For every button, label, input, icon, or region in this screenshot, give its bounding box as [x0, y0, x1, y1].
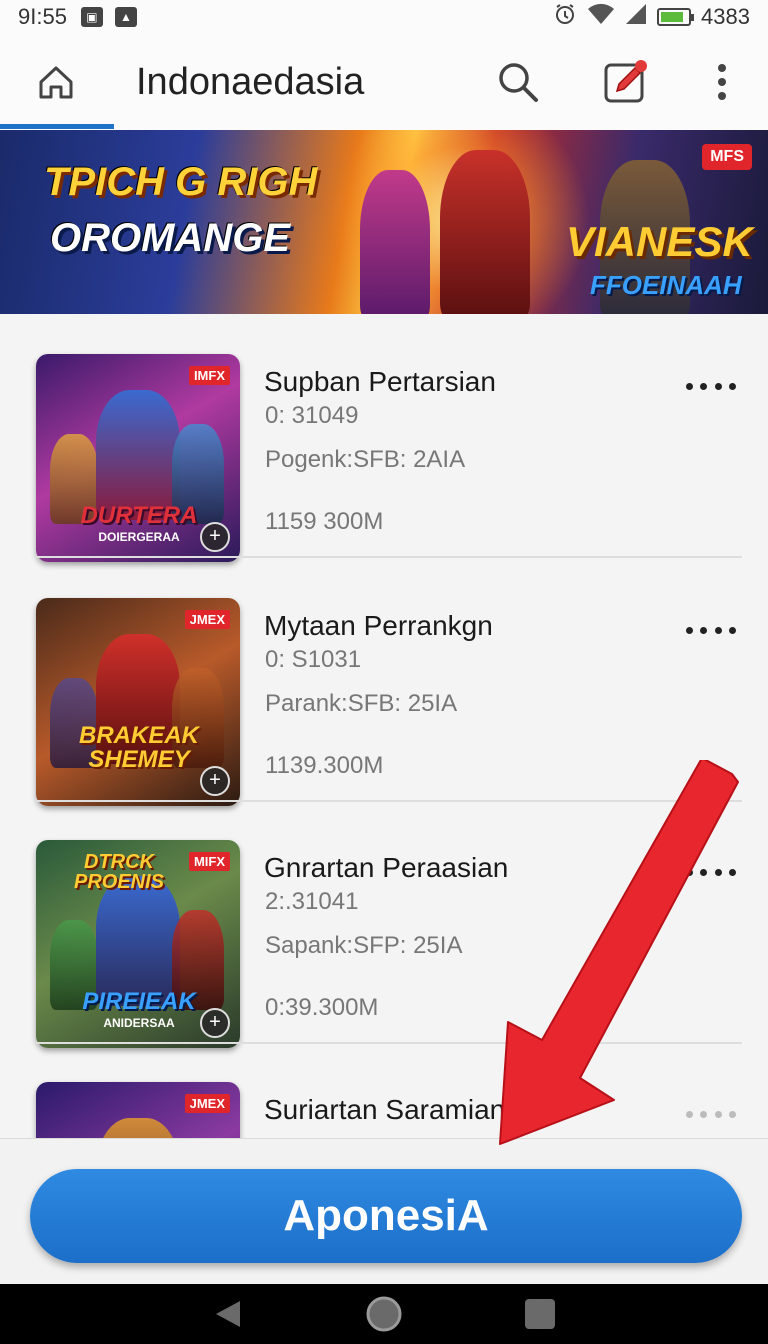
more-horizontal-icon[interactable] — [686, 1094, 736, 1134]
item-title: Gnrartan Peraasian — [264, 852, 509, 883]
thumbnail-badge: IMFX — [188, 366, 230, 385]
app-bar: Indonaedasia — [0, 34, 768, 130]
system-nav-bar — [0, 1284, 768, 1344]
home-icon — [39, 66, 73, 99]
promo-banner[interactable]: TPICH G RIGH OROMANGE VIANESK FFOEINAAH … — [0, 130, 768, 314]
add-icon[interactable]: + — [200, 766, 230, 796]
banner-game-logo: VIANESK — [566, 218, 753, 265]
item-size: 1139.300M — [265, 752, 384, 779]
list-item[interactable]: IMFX DURTERA DOIERGERAA + Supban Pertars… — [36, 314, 742, 562]
game-thumbnail[interactable]: JMEX — [36, 1082, 240, 1138]
page-title: Indonaedasia — [136, 60, 365, 103]
thumbnail-badge: JMEX — [184, 610, 230, 629]
item-size: 1159 300M — [265, 508, 384, 535]
banner-hero-image — [360, 170, 430, 314]
more-vertical-icon — [718, 64, 726, 100]
item-title: Mytaan Perrankgn — [264, 610, 493, 641]
item-rank: Sapank:SFP: 25IA — [265, 932, 463, 959]
thumbnail-badge: JMEX — [184, 1094, 230, 1113]
item-title: Suriartan Saramian — [264, 1094, 506, 1125]
game-thumbnail[interactable]: JMEX BRAKEAK SHEMEY + — [36, 598, 240, 806]
edit-button[interactable] — [596, 52, 656, 112]
battery-icon — [657, 8, 695, 26]
signal-icon — [625, 3, 647, 31]
gallery-icon: ▲ — [114, 7, 137, 27]
game-thumbnail[interactable]: IMFX DURTERA DOIERGERAA + — [36, 354, 240, 562]
item-subtitle: 0: 31049 — [265, 402, 359, 429]
banner-hero-image — [440, 150, 530, 314]
game-thumbnail[interactable]: DTRCK PROENIS MIFX PIREIEAK ANIDERSAA + — [36, 840, 240, 1048]
notification-icon: ▣ — [80, 7, 103, 27]
primary-action-button[interactable]: AponesiA — [30, 1169, 742, 1263]
more-horizontal-icon[interactable] — [686, 366, 736, 406]
item-size: 0:39.300M — [265, 994, 379, 1021]
recents-square-icon — [525, 1299, 555, 1329]
nav-back-button[interactable] — [208, 1294, 248, 1334]
search-icon — [499, 63, 538, 102]
wifi-icon — [587, 3, 615, 31]
thumbnail-art — [96, 390, 180, 520]
bottom-action-panel: AponesiA — [0, 1138, 768, 1284]
banner-tag-badge: MFS — [702, 144, 752, 170]
banner-title-line2: OROMANGE — [50, 216, 290, 260]
status-right: 4383 — [553, 2, 750, 32]
alarm-icon — [553, 2, 577, 32]
add-icon[interactable]: + — [200, 1008, 230, 1038]
status-bar: 9I:55 ▣ ▲ 4383 — [0, 0, 768, 34]
item-title: Supban Pertarsian — [264, 366, 496, 397]
home-button[interactable] — [20, 46, 92, 118]
more-options-button[interactable] — [702, 52, 742, 112]
search-button[interactable] — [488, 52, 548, 112]
item-rank: Parank:SFB: 25IA — [265, 690, 458, 717]
thumbnail-art — [96, 1118, 180, 1138]
add-icon[interactable]: + — [200, 522, 230, 552]
status-right-text: 4383 — [701, 4, 750, 29]
thumbnail-top-title: DTRCK PROENIS — [73, 851, 165, 893]
more-horizontal-icon[interactable] — [686, 610, 736, 650]
thumbnail-badge: MIFX — [188, 852, 230, 871]
item-subtitle: 0: S1031 — [265, 646, 362, 673]
more-horizontal-icon[interactable] — [686, 852, 736, 892]
list-item[interactable]: JMEX Suriartan Saramian — [36, 1042, 742, 1138]
nav-home-button[interactable] — [364, 1294, 404, 1334]
item-rank: Pogenk:SFB: 2AIA — [265, 446, 466, 473]
game-list: IMFX DURTERA DOIERGERAA + Supban Pertars… — [0, 314, 768, 1138]
item-subtitle: 2:.31041 — [265, 888, 359, 915]
edit-note-icon — [604, 60, 647, 103]
nav-recents-button[interactable] — [520, 1294, 560, 1334]
thumbnail-art — [96, 876, 180, 1006]
thumbnail-title: BRAKEAK SHEMEY — [79, 722, 199, 773]
banner-title-line1: TPICH G RIGH — [44, 160, 318, 204]
banner-game-logo-sub: FFOEINAAH — [590, 270, 742, 300]
status-time: 9I:55 — [18, 4, 67, 29]
home-circle-icon — [366, 1296, 402, 1332]
list-item[interactable]: JMEX BRAKEAK SHEMEY + Mytaan Perrankgn 0… — [36, 558, 742, 806]
back-triangle-icon — [216, 1301, 240, 1327]
list-item[interactable]: DTRCK PROENIS MIFX PIREIEAK ANIDERSAA + … — [36, 800, 742, 1048]
tab-indicator — [0, 124, 114, 129]
